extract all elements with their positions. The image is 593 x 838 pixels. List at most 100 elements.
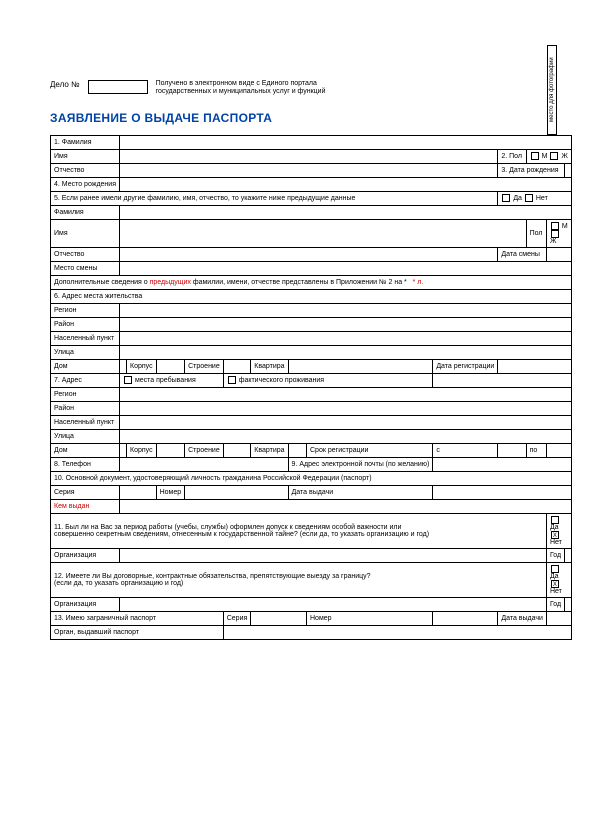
case-number-input[interactable] (88, 80, 148, 94)
label-s12-no: Нет (550, 588, 562, 595)
field-name[interactable] (120, 149, 498, 163)
field-s6-locality[interactable] (120, 331, 572, 345)
field-surname[interactable] (120, 135, 572, 149)
field-dob[interactable] (565, 163, 572, 177)
field-s10-number[interactable] (185, 485, 288, 499)
label-surname: 1. Фамилия (51, 135, 120, 149)
label-s10-number: Номер (156, 485, 185, 499)
field-s7-apt[interactable] (288, 443, 306, 457)
checkbox-s12-no[interactable]: X (551, 580, 559, 588)
label-sex: 2. Пол (498, 149, 526, 163)
label-s7-district: Район (51, 401, 120, 415)
field-s6-street[interactable] (120, 345, 572, 359)
label-s13-issuer: Орган, выдавший паспорт (51, 625, 224, 639)
label-dob: 3. Дата рождения (498, 163, 565, 177)
document-title: ЗАЯВЛЕНИЕ О ВЫДАЧЕ ПАСПОРТА (50, 111, 563, 125)
checkbox-male[interactable] (531, 152, 539, 160)
field-s12-org[interactable] (120, 597, 547, 611)
label-s13-number: Номер (307, 611, 433, 625)
checkbox-s11-no[interactable]: X (551, 531, 559, 539)
label-s12-yes: Да (550, 573, 559, 580)
case-number-label: Дело № (50, 80, 80, 89)
field-s7-region[interactable] (120, 387, 572, 401)
field-s6-struct[interactable] (223, 359, 251, 373)
field-s10-issuer[interactable] (120, 499, 572, 513)
main-form-table: 1. Фамилия Имя 2. Пол М Ж Отчество 3. Да… (50, 135, 572, 640)
field-s6-regdate[interactable] (498, 359, 572, 373)
label-s13-date: Дата выдачи (498, 611, 547, 625)
field-s10-date[interactable] (433, 485, 572, 499)
label-s10-issuer: Кем выдан (51, 499, 120, 513)
field-s6-house[interactable] (120, 359, 127, 373)
field-change-date[interactable] (546, 247, 571, 261)
field-prev-surname[interactable] (120, 205, 572, 219)
header-row: Дело № Получено в электронном виде с Еди… (50, 80, 563, 97)
field-change-place[interactable] (120, 261, 572, 275)
label-s6-district: Район (51, 317, 120, 331)
field-s7-house[interactable] (120, 443, 127, 457)
field-s6-district[interactable] (120, 317, 572, 331)
field-s7-building[interactable] (156, 443, 185, 457)
label-s13: 13. Имею заграничный паспорт (51, 611, 224, 625)
label-stay: места пребывания (135, 377, 196, 384)
field-s13-number[interactable] (433, 611, 498, 625)
label-prev-sex: Пол (526, 219, 546, 247)
checkbox-s12-yes[interactable] (551, 565, 559, 573)
field-s7-struct[interactable] (223, 443, 251, 457)
label-s12-org: Организация (51, 597, 120, 611)
field-s13-series[interactable] (251, 611, 307, 625)
label-s6-apt: Квартира (251, 359, 288, 373)
checkbox-q5-yes[interactable] (502, 194, 510, 202)
label-s13-series: Серия (223, 611, 251, 625)
opt-s7-actual: фактического проживания (223, 373, 433, 387)
label-s11-yes: Да (550, 524, 559, 531)
field-prev-sex: М Ж (546, 219, 571, 247)
checkbox-s11-yes[interactable] (551, 516, 559, 524)
field-email[interactable] (433, 457, 572, 471)
field-phone[interactable] (120, 457, 289, 471)
label-f: Ж (561, 153, 567, 160)
field-s11-year[interactable] (565, 548, 572, 562)
field-s7-district[interactable] (120, 401, 572, 415)
label-s7-building: Корпус (127, 443, 157, 457)
label-s6-locality: Населенный пункт (51, 331, 120, 345)
label-s11: 11. Был ли на Вас за период работы (учеб… (51, 513, 547, 548)
field-s10-series[interactable] (120, 485, 157, 499)
checkbox-q5-no[interactable] (525, 194, 533, 202)
photo-placeholder-label: место для фотографии (547, 45, 557, 135)
field-s7-blank (433, 373, 572, 387)
field-s6-region[interactable] (120, 303, 572, 317)
label-prev-name: Имя (51, 219, 120, 247)
field-prev-patr[interactable] (120, 247, 498, 261)
label-q5: 5. Если ранее имели другие фамилию, имя,… (51, 191, 498, 205)
label-s6-street: Улица (51, 345, 120, 359)
checkbox-prev-f[interactable] (551, 230, 559, 238)
field-s7-street[interactable] (120, 429, 572, 443)
field-s13-date[interactable] (546, 611, 571, 625)
received-line2: государственных и муниципальных услуг и … (156, 88, 326, 96)
label-s7-from: с (433, 443, 498, 457)
label-prev-f: Ж (550, 238, 556, 245)
field-patronymic[interactable] (120, 163, 498, 177)
checkbox-stay[interactable] (124, 376, 132, 384)
checkbox-female[interactable] (550, 152, 558, 160)
label-s12: 12. Имеете ли Вы договорные, контрактные… (51, 562, 547, 597)
label-phone: 8. Телефон (51, 457, 120, 471)
checkbox-actual[interactable] (228, 376, 236, 384)
received-text: Получено в электронном виде с Единого по… (156, 80, 326, 97)
field-s13-issuer[interactable] (223, 625, 571, 639)
label-s6-regdate: Дата регистрации (433, 359, 498, 373)
label-s6: 6. Адрес места жительства (51, 289, 572, 303)
field-s7-from[interactable] (498, 443, 526, 457)
checkbox-prev-m[interactable] (551, 222, 559, 230)
label-patronymic: Отчество (51, 163, 120, 177)
label-change-place: Место смены (51, 261, 120, 275)
field-prev-name[interactable] (120, 219, 527, 247)
field-s6-apt[interactable] (288, 359, 433, 373)
field-s6-building[interactable] (156, 359, 185, 373)
field-s11-org[interactable] (120, 548, 547, 562)
field-s12-year[interactable] (565, 597, 572, 611)
field-pob[interactable] (120, 177, 572, 191)
field-s7-locality[interactable] (120, 415, 572, 429)
field-s7-to[interactable] (546, 443, 571, 457)
